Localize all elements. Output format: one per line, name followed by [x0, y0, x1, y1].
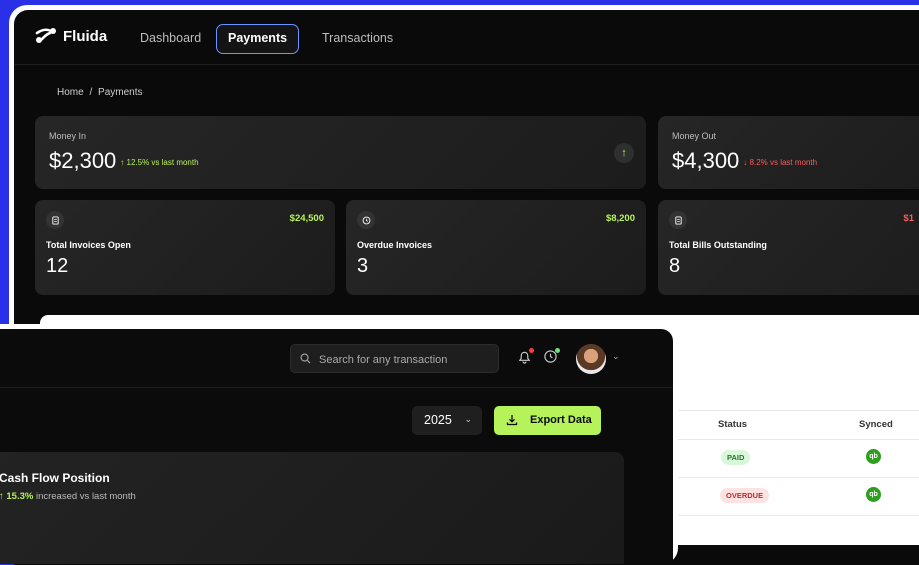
stat-count: 3	[357, 255, 369, 277]
stat-label: Total Invoices Open	[46, 240, 131, 250]
stat-card-invoices-open[interactable]: $24,500 Total Invoices Open 12	[35, 200, 335, 295]
chevron-down-icon[interactable]: ⌄	[612, 351, 620, 362]
document-icon	[669, 211, 687, 229]
app-logo[interactable]: Fluida	[35, 27, 107, 45]
foreground-app-window: ⌄ 2025 ⌄ Export Data Cash Flow Position …	[0, 324, 678, 564]
cash-flow-arrow: ↑	[0, 491, 4, 502]
money-out-change: ↓ 8.2% vs last month	[743, 157, 818, 167]
search-box[interactable]	[290, 344, 499, 374]
document-icon	[46, 211, 64, 229]
stat-count: 12	[46, 255, 69, 277]
stat-card-bills-outstanding[interactable]: $1 Total Bills Outstanding 8	[658, 200, 919, 295]
status-badge: OVERDUE	[720, 488, 770, 503]
table-row[interactable]: PAID qb	[676, 439, 919, 478]
user-avatar[interactable]	[576, 344, 606, 374]
cash-flow-card: Cash Flow Position ↑ 15.3% increased vs …	[0, 452, 624, 564]
top-navigation: Fluida Dashboard Payments Transactions	[14, 10, 919, 65]
year-value: 2025	[424, 413, 452, 427]
money-out-label: Money Out	[672, 131, 717, 141]
stat-amount: $1	[903, 213, 914, 224]
money-in-amount: $2,300	[49, 148, 117, 173]
breadcrumb-home[interactable]: Home	[57, 87, 84, 98]
stat-amount: $8,200	[605, 213, 635, 224]
notification-dot	[529, 348, 534, 353]
search-icon	[300, 353, 311, 364]
cash-flow-change-pct: 15.3%	[6, 491, 34, 502]
column-header-status[interactable]: Status	[718, 419, 747, 430]
stat-label: Total Bills Outstanding	[669, 240, 767, 250]
money-out-value: $4,300 ↓ 8.2% vs last month	[672, 148, 817, 174]
nav-transactions[interactable]: Transactions	[311, 24, 404, 52]
arrow-up-icon: ↑	[614, 143, 634, 163]
cash-flow-change-text: increased vs last month	[35, 491, 136, 502]
status-dot	[555, 348, 560, 353]
stat-card-overdue-invoices[interactable]: $8,200 Overdue Invoices 3	[346, 200, 646, 295]
app-name: Fluida	[63, 27, 108, 45]
money-in-label: Money In	[49, 131, 87, 141]
nav-dashboard[interactable]: Dashboard	[129, 24, 212, 52]
stat-count: 8	[669, 255, 681, 277]
fluida-logo-icon	[35, 28, 56, 43]
breadcrumb-current: Payments	[98, 87, 143, 98]
money-in-change: ↑ 12.5% vs last month	[120, 157, 199, 167]
stat-label: Overdue Invoices	[357, 240, 433, 250]
breadcrumb-separator: /	[89, 87, 93, 98]
download-icon	[506, 415, 518, 426]
clock-icon	[357, 211, 375, 229]
quickbooks-icon: qb	[866, 449, 881, 464]
chevron-down-icon: ⌄	[464, 414, 472, 424]
breadcrumb: Home / Payments	[57, 87, 143, 98]
money-in-card: Money In $2,300 ↑ 12.5% vs last month ↑	[35, 116, 646, 189]
stat-amount: $24,500	[289, 213, 324, 224]
export-label: Export Data	[530, 414, 592, 426]
status-badge: PAID	[721, 450, 751, 465]
top-bar: ⌄	[0, 329, 673, 388]
search-input[interactable]	[317, 345, 496, 374]
cashflow-page: ⌄ 2025 ⌄ Export Data Cash Flow Position …	[0, 329, 673, 564]
money-in-value: $2,300 ↑ 12.5% vs last month	[49, 148, 199, 174]
quickbooks-icon: qb	[866, 487, 881, 502]
table-row[interactable]: OVERDUE qb	[676, 477, 919, 516]
year-select[interactable]: 2025 ⌄	[412, 406, 482, 435]
cash-flow-title: Cash Flow Position	[0, 471, 110, 485]
column-header-synced[interactable]: Synced	[859, 419, 893, 430]
table-header: Status Synced	[676, 410, 919, 440]
money-out-amount: $4,300	[672, 148, 740, 173]
cash-flow-change: ↑ 15.3% increased vs last month	[0, 491, 136, 502]
export-data-button[interactable]: Export Data	[494, 406, 601, 435]
money-out-card: Money Out $4,300 ↓ 8.2% vs last month	[658, 116, 919, 189]
nav-payments[interactable]: Payments	[216, 24, 300, 54]
